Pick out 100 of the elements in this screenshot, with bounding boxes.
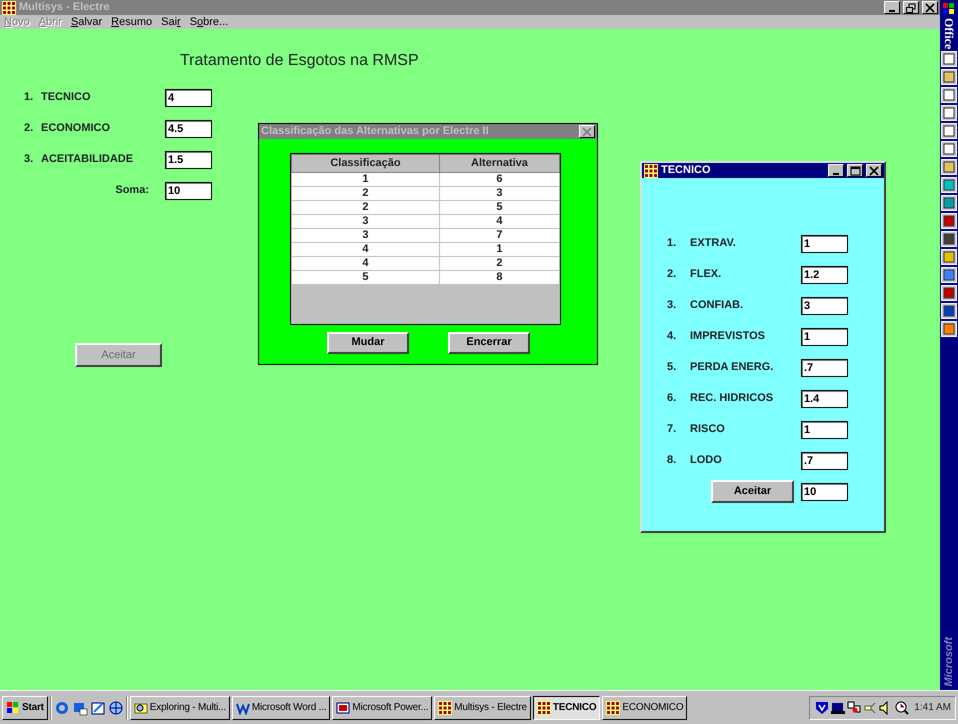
column-header: Classificação <box>292 154 440 172</box>
criterion-label: REC. HIDRICOS <box>690 391 774 406</box>
total-field[interactable]: 10 <box>801 482 848 500</box>
shortcut-icon[interactable] <box>941 267 957 284</box>
word-icon <box>236 700 250 714</box>
weight-field[interactable]: .7 <box>801 452 848 470</box>
shortcut-icon[interactable] <box>941 123 957 140</box>
weight-field[interactable]: 1.2 <box>801 266 848 284</box>
menu-item[interactable]: Sair <box>161 14 181 30</box>
criterion-label: PERDA ENERG. <box>690 360 774 376</box>
tray-icon[interactable] <box>814 700 830 716</box>
tray-icon[interactable] <box>894 700 910 716</box>
app-icon <box>536 700 551 714</box>
shortcut-icon[interactable] <box>941 177 957 194</box>
office-title: Office <box>941 18 957 50</box>
close-button[interactable] <box>922 1 938 14</box>
table-cell: 8 <box>439 270 560 284</box>
taskbar-button[interactable]: TECNICO <box>532 696 600 720</box>
table-cell: 2 <box>292 200 440 214</box>
sum-field[interactable]: 10 <box>165 182 212 200</box>
item-number: 1. <box>667 236 678 252</box>
quick-launch-icon[interactable] <box>108 700 124 716</box>
table-cell: 3 <box>292 214 440 228</box>
criterion-label: EXTRAV. <box>690 236 737 252</box>
item-number: 8. <box>667 453 678 468</box>
table-cell: 4 <box>292 242 440 256</box>
weight-field[interactable]: 1 <box>801 234 848 252</box>
shortcut-icon[interactable] <box>941 213 957 230</box>
restore-icon <box>905 2 917 12</box>
weight-field[interactable]: 4 <box>165 88 212 107</box>
dialog-button[interactable]: Encerrar <box>448 332 530 354</box>
weight-field[interactable]: 1.5 <box>165 150 212 169</box>
dialog-button[interactable]: Mudar <box>327 332 409 354</box>
app-icon <box>606 700 620 714</box>
taskbar-button[interactable]: Microsoft Word ... <box>232 696 330 720</box>
app-icon <box>644 164 658 178</box>
shortcut-icon[interactable] <box>941 249 957 266</box>
criterion-label: LODO <box>690 453 723 468</box>
shortcut-icon[interactable] <box>941 87 957 104</box>
table-cell: 6 <box>439 172 560 186</box>
weight-field[interactable]: 1 <box>801 420 848 438</box>
weight-field[interactable]: 4.5 <box>165 120 212 138</box>
item-number: 3. <box>24 152 34 168</box>
table-cell: 1 <box>292 172 440 186</box>
quick-launch-icon[interactable] <box>90 700 106 716</box>
folder-icon <box>134 700 148 714</box>
table-cell: 5 <box>292 270 440 284</box>
minimize-button[interactable] <box>884 1 900 14</box>
item-number: 2. <box>667 267 678 282</box>
item-number: 5. <box>667 360 678 376</box>
maximize-button[interactable] <box>847 164 863 177</box>
table-cell: 2 <box>292 186 440 200</box>
tray-icon[interactable] <box>846 700 862 716</box>
menu-item[interactable]: Resumo <box>111 14 152 30</box>
weight-field[interactable]: .7 <box>801 358 848 376</box>
table-cell: 4 <box>439 214 560 228</box>
menu-item[interactable]: Sobre... <box>190 14 228 30</box>
table-cell: 3 <box>439 186 560 200</box>
form-heading: Tratamento de Esgotos na RMSP <box>179 51 420 70</box>
criterion-label: ACEITABILIDADE <box>41 152 134 168</box>
shortcut-icon[interactable] <box>941 231 957 248</box>
taskbar-button[interactable]: Microsoft Power... <box>332 696 432 720</box>
taskbar-button[interactable]: Multisys - Electre <box>434 696 531 720</box>
app-icon <box>438 700 452 714</box>
item-number: 2. <box>24 121 34 136</box>
close-icon <box>581 126 593 136</box>
column-header: Alternativa <box>439 154 560 172</box>
shortcut-icon[interactable] <box>941 159 957 176</box>
shortcut-icon[interactable] <box>941 285 957 302</box>
shortcut-icon[interactable] <box>941 195 957 212</box>
criterion-label: ECONOMICO <box>41 121 112 136</box>
accept-button[interactable]: Aceitar <box>711 480 794 503</box>
window-title: TECNICO <box>661 163 712 178</box>
shortcut-icon[interactable] <box>941 105 957 122</box>
taskbar-button[interactable]: ECONOMICO <box>602 696 688 720</box>
menu-item[interactable]: Salvar <box>70 14 102 30</box>
criterion-label: IMPREVISTOS <box>690 329 766 344</box>
weight-field[interactable]: 3 <box>801 296 848 314</box>
office-logo-icon[interactable] <box>942 2 956 16</box>
shortcut-icon[interactable] <box>941 321 957 338</box>
office-brand-text: Microsoft <box>942 636 956 686</box>
start-button[interactable]: Start <box>2 696 48 720</box>
taskbar-button[interactable]: Exploring - Multi... <box>130 696 230 720</box>
close-button[interactable] <box>579 125 595 138</box>
minimize-icon <box>889 10 895 12</box>
criterion-label: TECNICO <box>41 90 92 106</box>
close-button[interactable] <box>866 164 882 177</box>
item-number: 6. <box>667 391 678 406</box>
shortcut-icon[interactable] <box>941 141 957 158</box>
shortcut-icon[interactable] <box>941 51 957 68</box>
table-cell: 5 <box>439 200 560 214</box>
criterion-label: FLEX. <box>690 267 722 282</box>
restore-button[interactable] <box>903 1 919 14</box>
shortcut-icon[interactable] <box>941 303 957 320</box>
shortcut-icon[interactable] <box>941 69 957 86</box>
weight-field[interactable]: 1 <box>801 328 848 346</box>
maximize-icon <box>849 166 861 176</box>
minimize-icon <box>833 172 839 174</box>
weight-field[interactable]: 1.4 <box>801 390 848 408</box>
minimize-button[interactable] <box>828 164 844 177</box>
